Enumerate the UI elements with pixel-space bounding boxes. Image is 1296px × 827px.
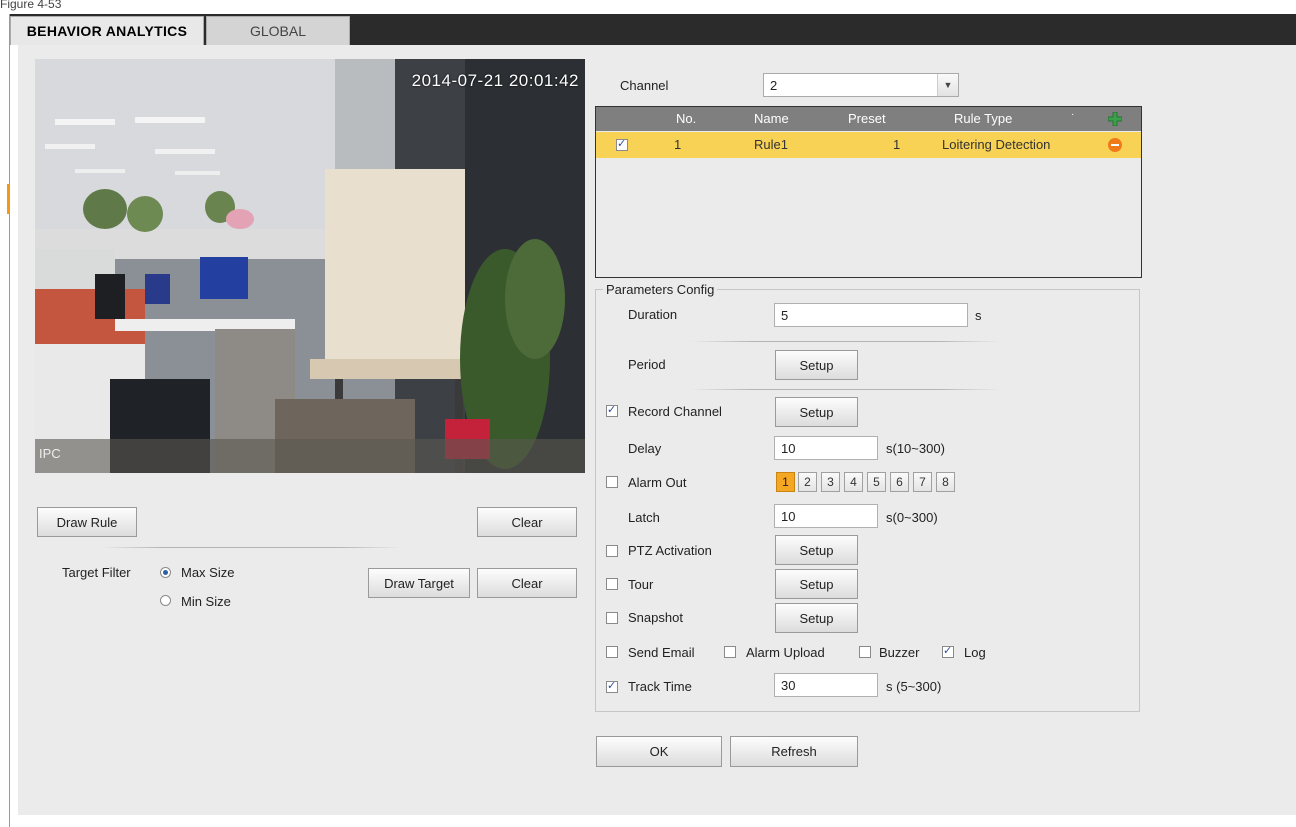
duration-label: Duration xyxy=(628,307,678,322)
ptz-activation-label: PTZ Activation xyxy=(628,543,712,558)
clear-rule-button[interactable]: Clear xyxy=(477,507,577,537)
col-name: Name xyxy=(754,111,789,126)
rule-table-header: No. Name Preset Rule Type · xyxy=(596,107,1141,131)
duration-unit: s xyxy=(975,308,982,323)
parameters-config-title: Parameters Config xyxy=(603,282,718,297)
col-rule-type: Rule Type xyxy=(954,111,1013,126)
remove-rule-icon[interactable] xyxy=(1108,138,1122,152)
period-label: Period xyxy=(628,357,666,372)
draw-rule-button[interactable]: Draw Rule xyxy=(37,507,137,537)
left-frame-edge xyxy=(0,14,10,827)
camera-label: IPC xyxy=(39,446,61,461)
delay-range: s(10~300) xyxy=(886,441,945,456)
snapshot-setup-button[interactable]: Setup xyxy=(775,603,858,633)
send-email-label: Send Email xyxy=(628,645,695,660)
latch-input[interactable] xyxy=(774,504,878,528)
max-size-radio[interactable] xyxy=(160,567,171,578)
record-channel-label: Record Channel xyxy=(628,404,722,419)
target-filter-label: Target Filter xyxy=(62,565,131,580)
tab-bar: BEHAVIOR ANALYTICS GLOBAL xyxy=(10,14,1296,45)
add-rule-icon[interactable] xyxy=(1108,112,1122,126)
send-email-checkbox[interactable] xyxy=(606,646,618,658)
tab-behavior-analytics[interactable]: BEHAVIOR ANALYTICS xyxy=(10,16,204,45)
snapshot-checkbox[interactable] xyxy=(606,612,618,624)
alarm-out-checkbox[interactable] xyxy=(606,476,618,488)
alarm-out-1[interactable]: 1 xyxy=(776,472,795,492)
rule-type: Loitering Detection xyxy=(942,137,1051,152)
alarm-out-8[interactable]: 8 xyxy=(936,472,955,492)
divider xyxy=(690,341,1000,342)
divider xyxy=(100,547,400,548)
alarm-out-7[interactable]: 7 xyxy=(913,472,932,492)
rule-preset: 1 xyxy=(893,137,901,152)
log-checkbox[interactable] xyxy=(942,644,954,658)
clear-target-button[interactable]: Clear xyxy=(477,568,577,598)
alarm-out-2[interactable]: 2 xyxy=(798,472,817,492)
refresh-button[interactable]: Refresh xyxy=(730,736,858,767)
video-preview[interactable]: 2014-07-21 20:01:42 IPC xyxy=(35,59,585,473)
header-dot: · xyxy=(1071,109,1075,120)
left-accent-marker xyxy=(7,184,10,214)
ptz-setup-button[interactable]: Setup xyxy=(775,535,858,565)
draw-target-button[interactable]: Draw Target xyxy=(368,568,470,598)
ptz-activation-checkbox[interactable] xyxy=(606,545,618,557)
col-preset: Preset xyxy=(848,111,886,126)
track-time-label: Track Time xyxy=(628,679,692,694)
rule-name: Rule1 xyxy=(754,137,788,152)
video-timestamp: 2014-07-21 20:01:42 xyxy=(411,71,579,90)
min-size-label: Min Size xyxy=(181,594,231,609)
tour-label: Tour xyxy=(628,577,654,592)
rule-table: No. Name Preset Rule Type · 1 Rule1 1 Lo… xyxy=(595,106,1142,278)
latch-range: s(0~300) xyxy=(886,510,938,525)
tour-setup-button[interactable]: Setup xyxy=(775,569,858,599)
camera-scene-image xyxy=(35,59,585,473)
buzzer-label: Buzzer xyxy=(879,645,920,660)
buzzer-checkbox[interactable] xyxy=(859,646,871,658)
rule-enable-checkbox[interactable] xyxy=(616,137,628,151)
duration-input[interactable] xyxy=(774,303,968,327)
alarm-out-4[interactable]: 4 xyxy=(844,472,863,492)
alarm-out-5[interactable]: 5 xyxy=(867,472,886,492)
log-label: Log xyxy=(964,645,986,660)
table-row[interactable]: 1 Rule1 1 Loitering Detection xyxy=(596,132,1141,158)
track-time-checkbox[interactable] xyxy=(606,679,618,693)
latch-label: Latch xyxy=(628,510,660,525)
alarm-out-label: Alarm Out xyxy=(628,475,687,490)
alarm-out-6[interactable]: 6 xyxy=(890,472,909,492)
alarm-out-3[interactable]: 3 xyxy=(821,472,840,492)
rule-no: 1 xyxy=(674,137,682,152)
track-time-input[interactable] xyxy=(774,673,878,697)
alarm-upload-label: Alarm Upload xyxy=(746,645,825,660)
divider xyxy=(690,389,1000,390)
channel-select[interactable]: 2 ▼ xyxy=(763,73,959,97)
alarm-upload-checkbox[interactable] xyxy=(724,646,736,658)
dropdown-arrow-icon[interactable]: ▼ xyxy=(937,74,958,96)
tab-global[interactable]: GLOBAL xyxy=(206,16,350,45)
col-no: No. xyxy=(676,111,697,126)
channel-label: Channel xyxy=(620,78,669,93)
snapshot-label: Snapshot xyxy=(628,610,683,625)
tour-checkbox[interactable] xyxy=(606,578,618,590)
delay-input[interactable] xyxy=(774,436,878,460)
channel-value: 2 xyxy=(770,78,778,93)
ok-button[interactable]: OK xyxy=(596,736,722,767)
min-size-radio[interactable] xyxy=(160,595,171,606)
figure-caption: Figure 4-53 xyxy=(0,0,62,11)
delay-label: Delay xyxy=(628,441,662,456)
track-time-range: s (5~300) xyxy=(886,679,942,694)
record-channel-setup-button[interactable]: Setup xyxy=(775,397,858,427)
max-size-label: Max Size xyxy=(181,565,235,580)
record-channel-checkbox[interactable] xyxy=(606,403,618,417)
period-setup-button[interactable]: Setup xyxy=(775,350,858,380)
